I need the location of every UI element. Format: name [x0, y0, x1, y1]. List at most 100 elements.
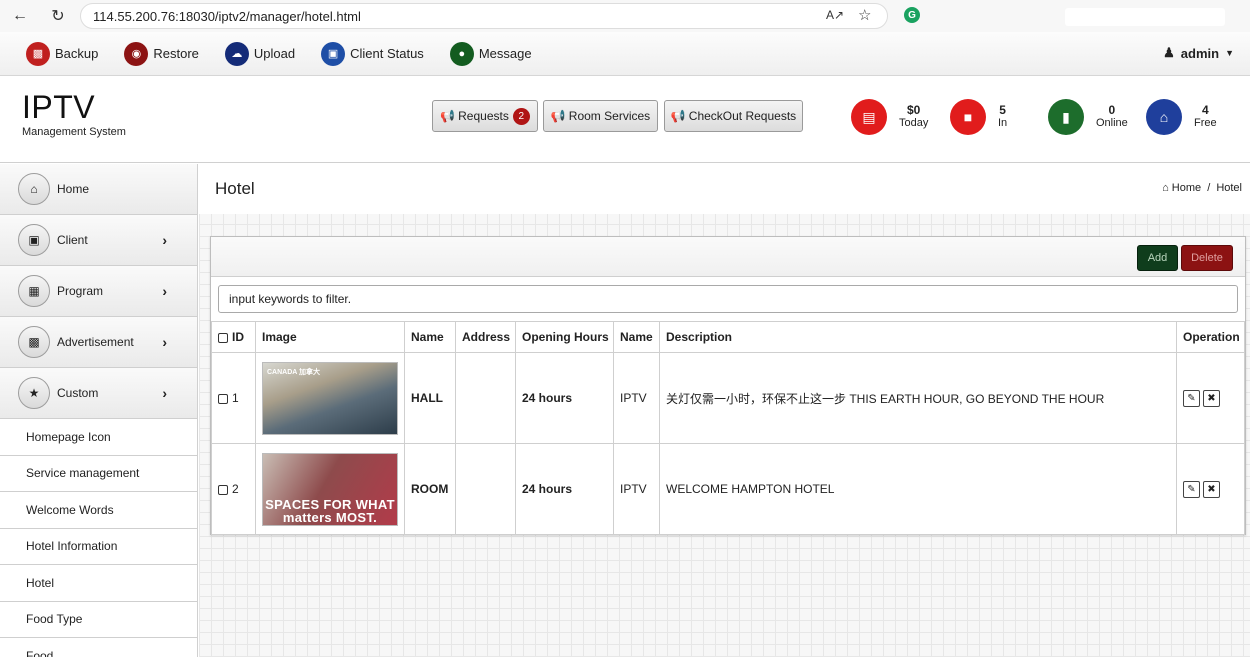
hotel-image-thumbnail: CANADA 加拿大 [262, 361, 398, 435]
edit-pencil-icon[interactable]: ✎ [1183, 389, 1200, 407]
sidebar-item-advertisement[interactable]: ▩ Advertisement › [0, 317, 197, 368]
room-services-label: Room Services [568, 109, 651, 123]
stat-today: ▤ $0 Today [851, 99, 928, 135]
sidebar-item-label: Custom [57, 386, 99, 400]
delete-x-icon[interactable]: ✖ [1203, 480, 1220, 498]
stat-in-label: In [998, 117, 1008, 129]
delete-x-icon[interactable]: ✖ [1203, 389, 1220, 407]
breadcrumb: ⌂ Home / Hotel [1162, 182, 1242, 194]
read-aloud-icon[interactable]: A↗ [826, 8, 844, 22]
stat-online-text: 0 Online [1096, 104, 1128, 130]
monitor-icon: ▣ [321, 41, 346, 66]
sidebar-subitem-food[interactable]: Food [0, 638, 197, 657]
header-operation: Operation [1176, 321, 1245, 353]
caret-down-icon: ▼ [1225, 48, 1234, 58]
cell-address [455, 443, 516, 535]
cell-image: SPACES FOR WHAT matters MOST. [255, 443, 405, 535]
top-toolbar: ▩ Backup ◉ Restore ☁ Upload ▣ Client Sta… [0, 32, 1250, 76]
cell-name: ROOM [404, 443, 456, 535]
floppy-icon: ▩ [26, 41, 50, 66]
stat-free-text: 4 Free [1194, 104, 1217, 130]
upload-label: Upload [253, 46, 296, 61]
back-arrow-icon[interactable]: ← [8, 4, 32, 28]
cell-id: 2 [211, 443, 256, 535]
table-row: 2 SPACES FOR WHAT matters MOST. ROOM 24 … [211, 443, 1245, 535]
cell-id: 1 [211, 352, 256, 444]
sidebar-subitem-welcome-words[interactable]: Welcome Words [0, 492, 197, 529]
stat-online-value: 0 [1108, 103, 1116, 117]
grammarly-extension-icon[interactable]: G [904, 7, 920, 23]
cell-description: 关灯仅需一小时，环保不止这一步 THIS EARTH HOUR, GO BEYO… [659, 352, 1177, 444]
restore-label: Restore [153, 46, 199, 61]
image-tag: CANADA 加拿大 [267, 368, 321, 376]
backup-label: Backup [55, 46, 99, 61]
signal-icon: ▮ [1048, 99, 1084, 135]
checkout-requests-button[interactable]: 📢 CheckOut Requests [664, 100, 803, 132]
breadcrumb-home[interactable]: Home [1172, 182, 1201, 194]
restore-icon: ◉ [124, 41, 149, 66]
blank-tab [1065, 8, 1225, 26]
chevron-right-icon: › [162, 283, 167, 299]
star-icon[interactable]: ☆ [858, 6, 871, 24]
sidebar-item-label: Client [57, 233, 88, 247]
user-menu[interactable]: ♟ admin ▼ [1163, 45, 1234, 61]
sidebar-subitem-hotel[interactable]: Hotel [0, 565, 197, 602]
extension-letter: G [908, 9, 916, 21]
sidebar-item-home[interactable]: ⌂ Home [0, 164, 197, 215]
add-button[interactable]: Add [1137, 245, 1178, 271]
cell-name-2: IPTV [613, 443, 660, 535]
cell-name: HALL [404, 352, 456, 444]
requests-button[interactable]: 📢 Requests 2 [432, 100, 538, 132]
sidebar-item-custom[interactable]: ★ Custom › [0, 368, 197, 419]
stat-free-value: 4 [1201, 103, 1209, 117]
stat-today-text: $0 Today [899, 104, 928, 130]
row-id: 2 [232, 482, 239, 496]
header-description: Description [659, 321, 1177, 353]
sidebar-subitem-food-type[interactable]: Food Type [0, 601, 197, 638]
picture-icon: ▩ [18, 326, 50, 358]
select-all-checkbox[interactable] [218, 332, 228, 343]
stat-free: ⌂ 4 Free [1146, 99, 1217, 135]
client-status-button[interactable]: ▣ Client Status [321, 41, 424, 66]
client-status-label: Client Status [350, 46, 424, 61]
restore-button[interactable]: ◉ Restore [124, 41, 199, 66]
hotel-panel: Add Delete ID Image Name Address Opening… [210, 236, 1246, 535]
chat-icon: ● [449, 41, 474, 66]
backup-button[interactable]: ▩ Backup [26, 41, 99, 66]
header-name: Name [404, 321, 456, 353]
row-id: 1 [232, 391, 239, 405]
sidebar-subitem-service-management[interactable]: Service management [0, 455, 197, 492]
upload-button[interactable]: ☁ Upload [224, 41, 296, 66]
header-image: Image [255, 321, 405, 353]
monitor-icon: ▣ [18, 224, 50, 256]
sidebar-subitem-hotel-information[interactable]: Hotel Information [0, 528, 197, 565]
cell-name-2: IPTV [613, 352, 660, 444]
row-checkbox[interactable] [218, 393, 228, 404]
browser-bar: ← ↻ 114.55.200.76:18030/iptv2/manager/ho… [0, 0, 1250, 32]
cell-operation: ✎ ✖ [1176, 352, 1245, 444]
cell-opening-hours: 24 hours [515, 443, 614, 535]
page-title: Hotel [215, 179, 255, 198]
sidebar-item-client[interactable]: ▣ Client › [0, 215, 197, 266]
chevron-right-icon: › [162, 385, 167, 401]
room-services-button[interactable]: 📢 Room Services [543, 100, 658, 132]
filter-input[interactable] [218, 285, 1238, 313]
sidebar-item-program[interactable]: ▦ Program › [0, 266, 197, 317]
row-checkbox[interactable] [218, 484, 228, 495]
sidebar-subitem-homepage-icon[interactable]: Homepage Icon [0, 419, 197, 456]
delete-button[interactable]: Delete [1181, 245, 1233, 271]
edit-pencil-icon[interactable]: ✎ [1183, 480, 1200, 498]
cell-description: WELCOME HAMPTON HOTEL [659, 443, 1177, 535]
megaphone-icon: 📢 [670, 109, 686, 123]
address-bar[interactable]: 114.55.200.76:18030/iptv2/manager/hotel.… [80, 3, 888, 29]
brand: IPTV Management System [22, 89, 126, 138]
reload-icon[interactable]: ↻ [46, 4, 70, 28]
image-caption: SPACES FOR WHAT matters MOST. [265, 496, 395, 525]
message-label: Message [478, 46, 532, 61]
sidebar-item-label: Program [57, 284, 104, 298]
stat-today-label: Today [899, 117, 929, 129]
breadcrumb-separator: / [1207, 182, 1211, 194]
brand-subtitle: Management System [22, 126, 126, 138]
page-header: Hotel ⌂ Home / Hotel [199, 164, 1250, 214]
message-button[interactable]: ● Message [449, 41, 532, 66]
